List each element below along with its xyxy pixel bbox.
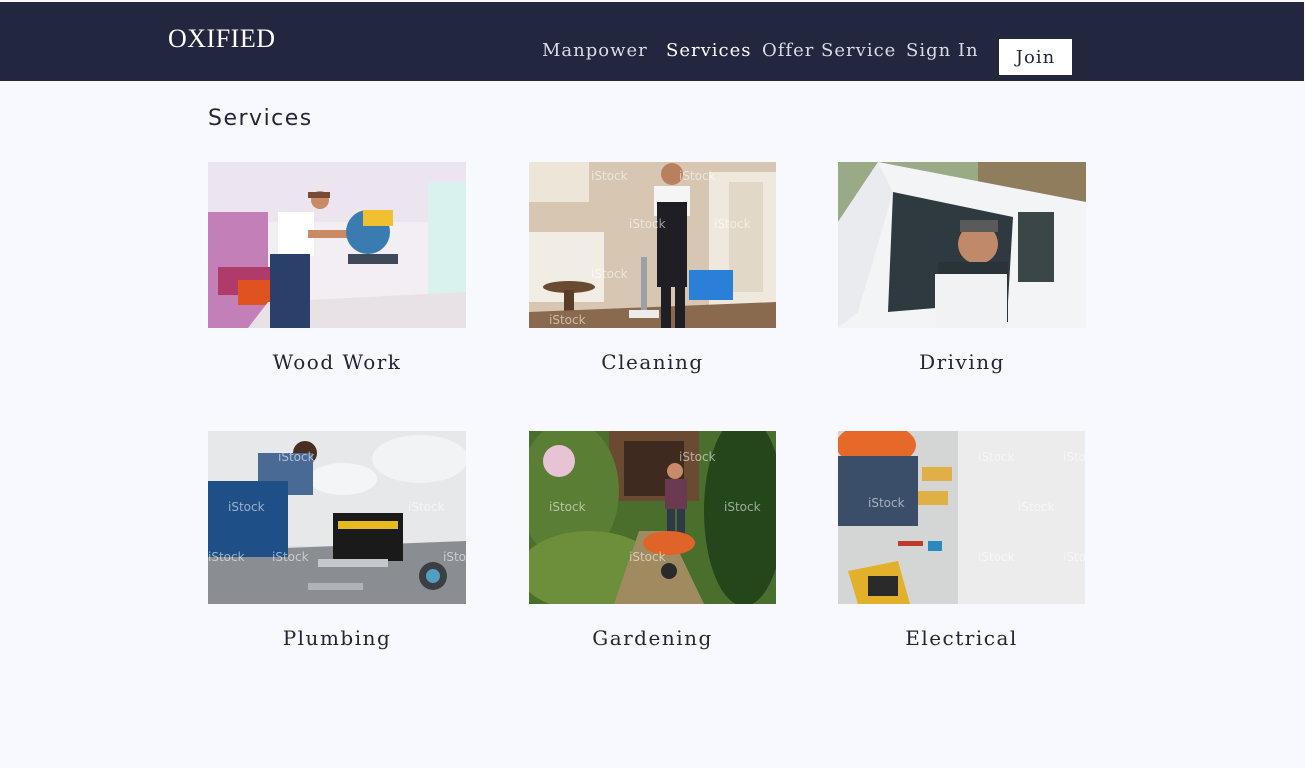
svg-text:iStock: iStock — [724, 500, 761, 514]
service-label[interactable]: Driving — [838, 350, 1086, 374]
svg-text:iStock: iStock — [208, 550, 245, 564]
cleaning-image: iStock iStock iStock iStock iStock iStoc… — [529, 162, 776, 328]
driving-image — [838, 162, 1086, 328]
gardening-image: iStock iStock iStock iStock — [529, 431, 776, 604]
svg-text:iStock: iStock — [714, 217, 751, 231]
svg-text:iStock: iStock — [868, 496, 905, 510]
service-label[interactable]: Cleaning — [529, 350, 776, 374]
svg-text:iStock: iStock — [591, 267, 628, 281]
svg-text:iStock: iStock — [228, 500, 265, 514]
service-card-gardening[interactable]: iStock iStock iStock iStock Gardening — [529, 431, 776, 650]
svg-text:iStock: iStock — [679, 450, 716, 464]
svg-text:iStock: iStock — [629, 550, 666, 564]
service-card-cleaning[interactable]: iStock iStock iStock iStock iStock iStoc… — [529, 162, 776, 374]
svg-text:iStock: iStock — [978, 550, 1015, 564]
service-label[interactable]: Gardening — [529, 626, 776, 650]
service-card-electrical[interactable]: iStock iStock iStock iStock iStock iStoc… — [838, 431, 1085, 650]
nav-link-offer-service[interactable]: Offer Service — [762, 40, 896, 61]
svg-text:iStock: iStock — [629, 217, 666, 231]
nav-link-services[interactable]: Services — [666, 40, 751, 61]
join-button[interactable]: Join — [999, 39, 1072, 75]
top-navbar: OXIFIED Manpower Services Offer Service … — [0, 2, 1304, 81]
service-card-wood-work[interactable]: Wood Work — [208, 162, 466, 374]
plumbing-image: iStock iStock iStock iStock iStock iStoc… — [208, 431, 466, 604]
svg-text:iStock: iStock — [978, 450, 1015, 464]
svg-text:iStock: iStock — [1063, 450, 1085, 464]
page-title: Services — [208, 106, 313, 131]
nav-link-sign-in[interactable]: Sign In — [906, 40, 979, 61]
svg-text:iStock: iStock — [1063, 550, 1085, 564]
svg-text:iStock: iStock — [278, 450, 315, 464]
svg-text:iStock: iStock — [549, 500, 586, 514]
svg-text:iStock: iStock — [272, 550, 309, 564]
svg-text:iStock: iStock — [679, 169, 716, 183]
brand-logo[interactable]: OXIFIED — [168, 24, 276, 54]
svg-text:iStock: iStock — [1018, 500, 1055, 514]
svg-text:iStock: iStock — [591, 169, 628, 183]
service-card-plumbing[interactable]: iStock iStock iStock iStock iStock iStoc… — [208, 431, 466, 650]
electrical-image: iStock iStock iStock iStock iStock iStoc… — [838, 431, 1085, 604]
service-label[interactable]: Electrical — [838, 626, 1085, 650]
svg-text:iStock: iStock — [549, 313, 586, 327]
service-label[interactable]: Plumbing — [208, 626, 466, 650]
nav-link-manpower[interactable]: Manpower — [542, 40, 648, 61]
svg-text:iStock: iStock — [443, 550, 466, 564]
wood-work-image — [208, 162, 466, 328]
service-card-driving[interactable]: Driving — [838, 162, 1086, 374]
svg-text:iStock: iStock — [408, 500, 445, 514]
service-label[interactable]: Wood Work — [208, 350, 466, 374]
